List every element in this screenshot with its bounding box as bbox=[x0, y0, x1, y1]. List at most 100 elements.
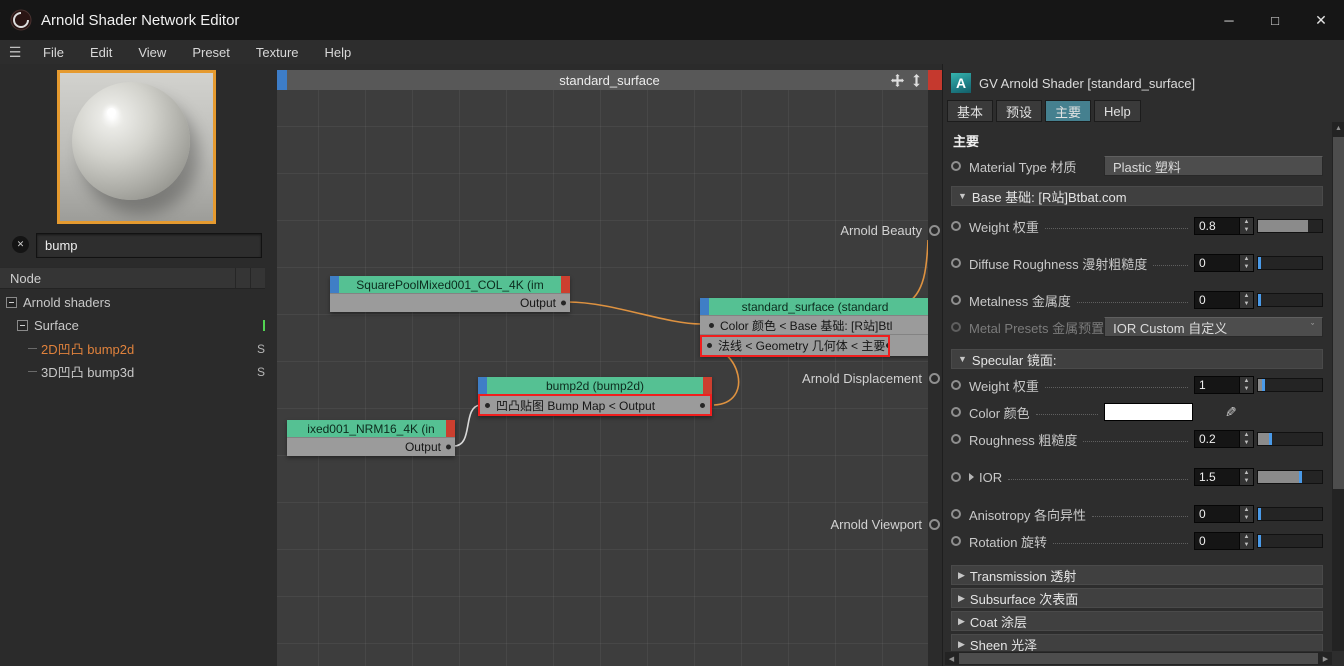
section-coat[interactable]: ▶ Coat 涂层 bbox=[951, 611, 1323, 631]
section-subsurface[interactable]: ▶ Subsurface 次表面 bbox=[951, 588, 1323, 608]
beauty-port[interactable] bbox=[929, 224, 940, 236]
node-header[interactable]: ixed001_NRM16_4K (in bbox=[287, 420, 455, 437]
node-header[interactable]: bump2d (bump2d) bbox=[478, 377, 712, 394]
slider-handle[interactable] bbox=[1298, 471, 1302, 483]
slider-handle[interactable] bbox=[1261, 379, 1265, 391]
tree-item-bump2d[interactable]: 2D凹凸 bump2d S bbox=[0, 337, 293, 360]
keyframe-dot[interactable] bbox=[951, 258, 961, 268]
node-row-bumpmap[interactable]: 凹凸贴图 Bump Map < Output bbox=[478, 394, 712, 416]
section-specular[interactable]: ▼ Specular 镜面: bbox=[951, 349, 1323, 369]
collapse-box-icon[interactable] bbox=[17, 320, 28, 331]
keyframe-dot[interactable] bbox=[951, 536, 961, 546]
spinner-up-icon[interactable]: ▲ bbox=[1240, 469, 1253, 477]
maximize-button[interactable]: □ bbox=[1252, 0, 1298, 40]
viewport-port[interactable] bbox=[929, 518, 940, 530]
material-type-dropdown[interactable]: Plastic 塑料 bbox=[1104, 156, 1323, 176]
port-dot[interactable] bbox=[885, 342, 888, 349]
roughness-slider[interactable] bbox=[1257, 432, 1323, 446]
slider-handle[interactable] bbox=[1268, 433, 1272, 445]
menu-item-help[interactable]: Help bbox=[312, 40, 365, 64]
spec-weight-input[interactable]: 1 ▲ ▼ bbox=[1194, 376, 1254, 394]
menu-item-file[interactable]: File bbox=[30, 40, 77, 64]
section-sheen[interactable]: ▶ Sheen 光泽 bbox=[951, 634, 1323, 651]
node-standard-surface[interactable]: standard_surface (standard Color 颜色 < Ba… bbox=[700, 298, 928, 357]
displacement-port[interactable] bbox=[929, 372, 940, 384]
slider-handle[interactable] bbox=[1258, 257, 1261, 269]
scroll-up-icon[interactable]: ▲ bbox=[1332, 122, 1344, 135]
menu-item-edit[interactable]: Edit bbox=[77, 40, 125, 64]
spinner-up-icon[interactable]: ▲ bbox=[1240, 533, 1253, 541]
horizontal-scrollbar[interactable]: ◀ ▶ bbox=[945, 652, 1332, 665]
node-texture-nrm[interactable]: ixed001_NRM16_4K (in Output bbox=[287, 420, 455, 456]
spinner-down-icon[interactable]: ▼ bbox=[1240, 300, 1253, 308]
keyframe-dot[interactable] bbox=[951, 221, 961, 231]
selected-port-box[interactable]: 法线 < Geometry 几何体 < 主要 bbox=[700, 334, 890, 357]
node-bump2d[interactable]: bump2d (bump2d) 凹凸贴图 Bump Map < Output bbox=[478, 377, 712, 416]
graph-header[interactable]: standard_surface bbox=[277, 70, 942, 90]
scroll-left-icon[interactable]: ◀ bbox=[945, 655, 958, 663]
node-header[interactable]: SquarePoolMixed001_COL_4K (im bbox=[330, 276, 570, 293]
scrollbar-thumb[interactable] bbox=[1333, 137, 1344, 489]
menu-item-view[interactable]: View bbox=[125, 40, 179, 64]
material-preview[interactable] bbox=[57, 70, 216, 224]
ior-slider[interactable] bbox=[1257, 470, 1323, 484]
tree-item-surface[interactable]: Surface bbox=[0, 314, 282, 337]
weight-input[interactable]: 0.8 ▲ ▼ bbox=[1194, 217, 1254, 235]
collapse-box-icon[interactable] bbox=[6, 297, 17, 308]
search-clear-button[interactable]: ✕ bbox=[12, 236, 29, 253]
section-transmission[interactable]: ▶ Transmission 透射 bbox=[951, 565, 1323, 585]
metalness-input[interactable]: 0 ▲ ▼ bbox=[1194, 291, 1254, 309]
anisotropy-slider[interactable] bbox=[1257, 507, 1323, 521]
spinner-down-icon[interactable]: ▼ bbox=[1240, 514, 1253, 522]
keyframe-dot[interactable] bbox=[951, 407, 961, 417]
tab-help[interactable]: Help bbox=[1094, 100, 1141, 122]
node-texture-col[interactable]: SquarePoolMixed001_COL_4K (im Output bbox=[330, 276, 570, 312]
metalness-slider[interactable] bbox=[1257, 293, 1323, 307]
keyframe-dot[interactable] bbox=[951, 380, 961, 390]
spinner-down-icon[interactable]: ▼ bbox=[1240, 385, 1253, 393]
eyedropper-icon[interactable]: ✎ bbox=[1225, 404, 1237, 421]
fit-vertical-icon[interactable] bbox=[909, 73, 923, 87]
metal-presets-dropdown[interactable]: IOR Custom 自定义 ˇ bbox=[1104, 317, 1324, 337]
tree-item-bump3d[interactable]: 3D凹凸 bump3d S bbox=[0, 360, 293, 383]
ior-input[interactable]: 1.5 ▲ ▼ bbox=[1194, 468, 1254, 486]
spinner-up-icon[interactable]: ▲ bbox=[1240, 431, 1253, 439]
output-port[interactable] bbox=[699, 401, 706, 409]
spinner-up-icon[interactable]: ▲ bbox=[1240, 506, 1253, 514]
weight-slider[interactable] bbox=[1257, 219, 1323, 233]
scrollbar-thumb[interactable] bbox=[959, 653, 1318, 664]
expand-caret-icon[interactable] bbox=[969, 473, 974, 481]
spinner-up-icon[interactable]: ▲ bbox=[1240, 218, 1253, 226]
slider-handle[interactable] bbox=[1258, 508, 1261, 520]
keyframe-dot[interactable] bbox=[951, 434, 961, 444]
tab-basic[interactable]: 基本 bbox=[947, 100, 994, 122]
input-port[interactable] bbox=[706, 342, 713, 349]
input-port[interactable] bbox=[484, 401, 491, 409]
color-swatch[interactable] bbox=[1104, 403, 1194, 421]
minimize-button[interactable]: ─ bbox=[1206, 0, 1252, 40]
spinner-down-icon[interactable]: ▼ bbox=[1240, 477, 1253, 485]
hamburger-button[interactable]: ☰ bbox=[0, 44, 30, 61]
slider-handle[interactable] bbox=[1258, 535, 1261, 547]
keyframe-dot[interactable] bbox=[951, 472, 961, 482]
node-header[interactable]: standard_surface (standard bbox=[700, 298, 928, 315]
section-base[interactable]: ▼ Base 基础: [R站]Btbat.com bbox=[951, 186, 1323, 206]
input-port[interactable] bbox=[708, 321, 715, 329]
output-port[interactable] bbox=[445, 443, 452, 451]
output-port[interactable] bbox=[560, 299, 567, 307]
menu-item-texture[interactable]: Texture bbox=[243, 40, 312, 64]
spinner-down-icon[interactable]: ▼ bbox=[1240, 541, 1253, 549]
anisotropy-input[interactable]: 0 ▲ ▼ bbox=[1194, 505, 1254, 523]
spinner-up-icon[interactable]: ▲ bbox=[1240, 255, 1253, 263]
vertical-scrollbar[interactable]: ▲ bbox=[1332, 122, 1344, 651]
keyframe-dot[interactable] bbox=[951, 295, 961, 305]
tab-preset[interactable]: 预设 bbox=[996, 100, 1043, 122]
spinner-down-icon[interactable]: ▼ bbox=[1240, 263, 1253, 271]
close-button[interactable]: ✕ bbox=[1298, 0, 1344, 40]
spinner-up-icon[interactable]: ▲ bbox=[1240, 377, 1253, 385]
slider-handle[interactable] bbox=[1258, 294, 1261, 306]
diffuse-roughness-input[interactable]: 0 ▲ ▼ bbox=[1194, 254, 1254, 272]
rotation-slider[interactable] bbox=[1257, 534, 1323, 548]
rotation-input[interactable]: 0 ▲ ▼ bbox=[1194, 532, 1254, 550]
search-input[interactable] bbox=[36, 233, 262, 258]
